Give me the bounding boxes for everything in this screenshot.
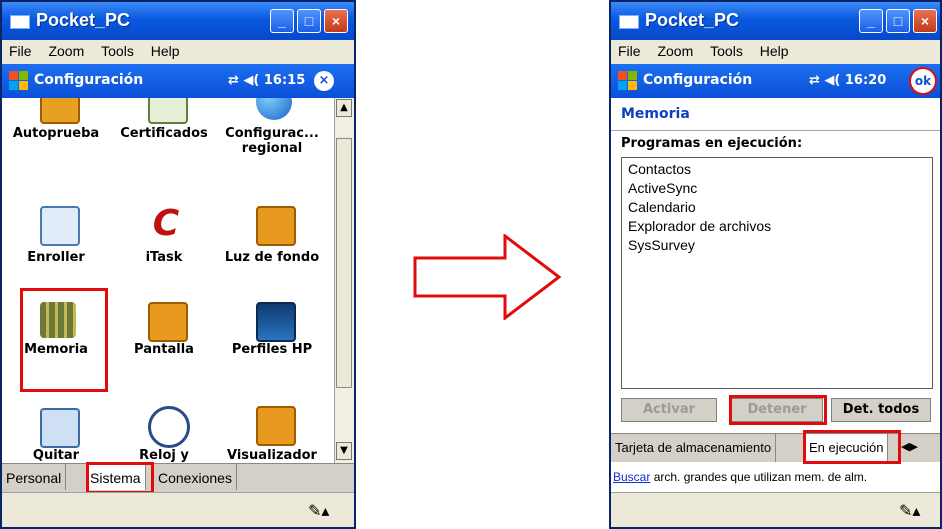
status-time: ⇄ ◀( 16:15 (228, 73, 306, 88)
divider (611, 130, 940, 131)
running-programs-list[interactable]: Contactos ActiveSync Calendario Explorad… (621, 157, 933, 389)
maximize-button[interactable]: □ (886, 9, 910, 33)
highlight-memoria (20, 288, 108, 392)
scroll-up-icon[interactable]: ▲ (336, 99, 352, 117)
item-pantalla[interactable]: Pantalla (110, 292, 218, 384)
tab-conexiones[interactable]: Conexiones (154, 464, 237, 490)
item-label: Configurac... regional (225, 126, 319, 156)
windows-start-icon[interactable] (9, 71, 29, 91)
right-arrow-icon (413, 234, 562, 320)
minimize-button[interactable]: _ (270, 9, 294, 33)
menu-tools[interactable]: Tools (94, 40, 140, 59)
screen-icon (148, 302, 188, 342)
title-bar: Pocket_PC _ □ × (611, 2, 940, 40)
item-autoprueba[interactable]: Autoprueba (2, 98, 110, 168)
item-label: Certificados (120, 126, 208, 141)
programs-label: Programas en ejecución: (621, 136, 803, 151)
item-label: Quitar (32, 448, 80, 463)
bottom-bar: ✎▴ (611, 492, 940, 527)
pocketpc-navbar: Configuración ⇄ ◀( 16:15 × (2, 64, 354, 98)
find-large-files-text: Buscar arch. grandes que utilizan mem. d… (613, 470, 867, 484)
section-title: Memoria (621, 106, 690, 122)
ok-button[interactable]: ok (911, 69, 935, 93)
activate-button[interactable]: Activar (621, 398, 717, 422)
panel-title: Configuración (34, 72, 144, 88)
certificados-icon (148, 98, 188, 124)
right-window: Pocket_PC _ □ × File Zoom Tools Help Con… (609, 0, 942, 529)
list-item[interactable]: Calendario (628, 198, 926, 217)
status-time: ⇄ ◀( 16:20 (809, 73, 887, 88)
settings-icon-grid: Autoprueba Certificados Configurac... re… (2, 98, 334, 463)
window-title: Pocket_PC (645, 10, 740, 30)
menu-bar: File Zoom Tools Help (2, 40, 354, 64)
input-panel-icon[interactable]: ✎▴ (308, 501, 329, 520)
item-luz-de-fondo[interactable]: Luz de fondo (218, 200, 326, 292)
buscar-link[interactable]: Buscar (613, 470, 650, 484)
item-label: Enroller (27, 250, 85, 265)
item-label: iTask (145, 250, 183, 265)
backlight-icon (256, 206, 296, 246)
viewer-icon (256, 406, 296, 446)
item-quitar[interactable]: Quitar (2, 398, 110, 463)
item-label: Luz de fondo (224, 250, 320, 265)
item-perfiles-hp[interactable]: Perfiles HP (218, 292, 326, 384)
title-bar: Pocket_PC _ □ × (2, 2, 354, 40)
menu-help[interactable]: Help (144, 40, 186, 59)
vertical-scrollbar[interactable]: ▲ ▼ (334, 98, 354, 463)
menu-help[interactable]: Help (753, 40, 795, 59)
tab-personal[interactable]: Personal (2, 464, 67, 490)
maximize-button[interactable]: □ (297, 9, 321, 33)
itask-icon: C (152, 203, 180, 244)
item-label: Visualizador (227, 448, 317, 463)
remove-programs-icon (40, 408, 80, 448)
link-rest-text: arch. grandes que utilizan mem. de alm. (650, 470, 868, 484)
item-enroller[interactable]: Enroller (2, 200, 110, 292)
hp-profiles-icon (256, 302, 296, 342)
item-label: Perfiles HP (231, 342, 313, 357)
item-label: Reloj y (139, 448, 189, 463)
item-visualizador[interactable]: Visualizador (218, 398, 326, 463)
list-item[interactable]: SysSurvey (628, 236, 926, 255)
tab-storage-card[interactable]: Tarjeta de almacenamiento (611, 434, 777, 462)
list-item[interactable]: Contactos (628, 160, 926, 179)
window-title: Pocket_PC (36, 10, 131, 30)
stop-all-button[interactable]: Det. todos (831, 398, 931, 422)
autoprueba-icon (40, 98, 80, 124)
scroll-down-icon[interactable]: ▼ (336, 442, 352, 460)
app-icon (619, 15, 639, 29)
highlight-sistema (86, 462, 154, 494)
item-certificados[interactable]: Certificados (110, 98, 218, 168)
item-label: Pantalla (134, 342, 194, 357)
close-button[interactable]: × (913, 9, 937, 33)
highlight-en-ejecucion (803, 430, 901, 464)
hp-enroller-icon (40, 206, 80, 246)
menu-tools[interactable]: Tools (703, 40, 749, 59)
clock-icon (148, 406, 190, 448)
globe-icon (256, 98, 292, 120)
item-reloj[interactable]: Reloj y (110, 398, 218, 463)
item-label: Autoprueba (12, 126, 100, 141)
windows-start-icon[interactable] (618, 71, 638, 91)
input-panel-icon[interactable]: ✎▴ (899, 501, 920, 520)
panel-title: Configuración (643, 72, 753, 88)
list-item[interactable]: Explorador de archivos (628, 217, 926, 236)
bottom-bar: ✎▴ (2, 492, 354, 527)
menu-file[interactable]: File (2, 40, 38, 59)
item-configuracion-regional[interactable]: Configurac... regional (218, 98, 326, 168)
minimize-button[interactable]: _ (859, 9, 883, 33)
left-window: Pocket_PC _ □ × File Zoom Tools Help Con… (0, 0, 356, 529)
app-icon (10, 15, 30, 29)
pocketpc-navbar: Configuración ⇄ ◀( 16:20 ok (611, 64, 940, 98)
menu-zoom[interactable]: Zoom (650, 40, 699, 59)
panel-close-icon[interactable]: × (314, 71, 334, 91)
scroll-thumb[interactable] (336, 138, 352, 388)
close-button[interactable]: × (324, 9, 348, 33)
menu-file[interactable]: File (611, 40, 647, 59)
menu-zoom[interactable]: Zoom (41, 40, 90, 59)
tab-scroll-icons[interactable]: ◀▶ (901, 440, 918, 453)
item-itask[interactable]: C iTask (110, 200, 218, 292)
list-item[interactable]: ActiveSync (628, 179, 926, 198)
menu-bar: File Zoom Tools Help (611, 40, 940, 64)
highlight-detener (729, 395, 827, 425)
